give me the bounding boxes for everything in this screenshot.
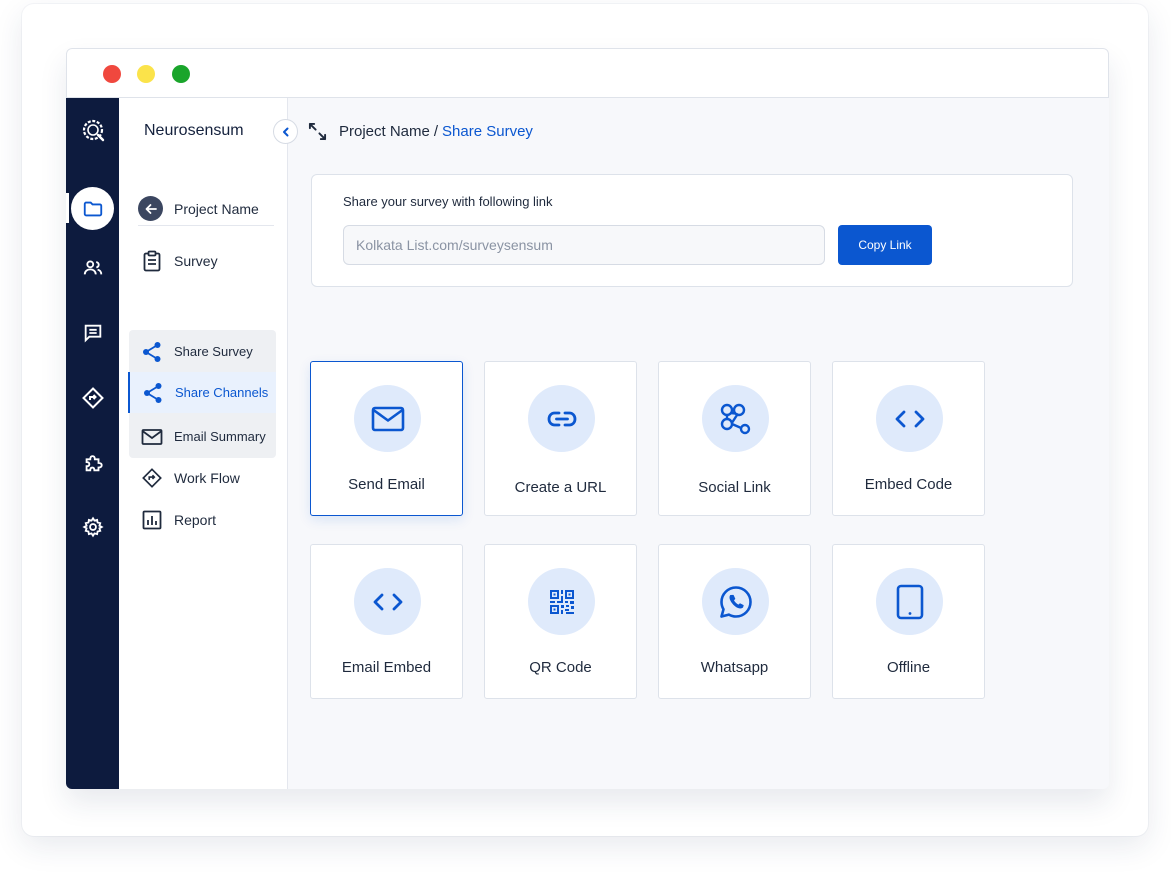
channel-label: Create a URL — [514, 479, 607, 496]
channel-tile-qr-code[interactable]: QR Code — [484, 544, 637, 699]
sidebar-item-label: Report — [174, 511, 217, 528]
mail-icon — [141, 428, 163, 446]
minimize-window-dot[interactable] — [137, 65, 155, 83]
breadcrumb-current: Share Survey — [442, 123, 533, 140]
channel-tile-offline[interactable]: Offline — [832, 544, 985, 699]
code-icon — [354, 568, 421, 635]
channel-label: Email Embed — [341, 659, 432, 676]
window-titlebar — [66, 48, 1109, 98]
sidebar-item-share-survey[interactable]: Share Survey — [129, 331, 276, 372]
channel-tile-social-link[interactable]: Social Link — [658, 361, 811, 516]
sidebar-item-share-channels[interactable]: Share Channels — [128, 372, 276, 413]
sidebar-item-label: Email Summary — [174, 429, 266, 444]
share-link-input[interactable]: Kolkata List.com/surveysensum — [343, 225, 825, 265]
whatsapp-icon — [702, 568, 769, 635]
social-icon — [702, 385, 769, 452]
main-content: Project Name / Share Survey Share your s… — [288, 98, 1109, 789]
expand-icon[interactable] — [308, 122, 327, 141]
qr-icon — [528, 568, 595, 635]
chat-icon[interactable] — [66, 313, 119, 353]
rail-active-marker — [66, 193, 69, 223]
workflow-icon — [141, 467, 163, 489]
channel-label: Social Link — [698, 479, 771, 496]
close-window-dot[interactable] — [103, 65, 121, 83]
breadcrumb-parent[interactable]: Project Name — [339, 123, 430, 140]
copy-link-button[interactable]: Copy Link — [838, 225, 932, 265]
channel-label: Send Email — [348, 476, 425, 493]
breadcrumb: Project Name / Share Survey — [308, 122, 533, 141]
gear-icon[interactable] — [66, 507, 119, 547]
sidebar-item-label: Share Survey — [174, 344, 253, 359]
mail-icon — [354, 385, 421, 452]
report-icon — [141, 510, 163, 530]
share-icon — [141, 341, 163, 363]
folder-icon[interactable] — [71, 187, 114, 230]
logo-icon[interactable] — [66, 110, 119, 150]
tablet-icon — [876, 568, 943, 635]
sidebar-item-email-summary[interactable]: Email Summary — [129, 416, 276, 457]
direction-icon[interactable] — [66, 378, 119, 418]
back-label: Project Name — [174, 200, 259, 217]
maximize-window-dot[interactable] — [172, 65, 190, 83]
channel-tile-email-embed[interactable]: Email Embed — [310, 544, 463, 699]
sidebar-item-work-flow[interactable]: Work Flow — [129, 457, 276, 498]
share-icon — [142, 382, 164, 404]
channel-tile-send-email[interactable]: Send Email — [310, 361, 463, 516]
channel-tile-whatsapp[interactable]: Whatsapp — [658, 544, 811, 699]
clipboard-icon — [141, 250, 163, 272]
users-icon[interactable] — [66, 248, 119, 288]
brand-name: Neurosensum — [144, 122, 244, 139]
sidebar-item-survey[interactable]: Survey — [129, 240, 276, 281]
sidebar: Neurosensum Project Name Survey Share Su… — [119, 98, 298, 789]
sidebar-item-report[interactable]: Report — [129, 499, 276, 540]
channel-label: Offline — [886, 659, 931, 676]
puzzle-icon[interactable] — [66, 443, 119, 483]
channel-tile-embed-code[interactable]: Embed Code — [832, 361, 985, 516]
channel-label: QR Code — [529, 659, 592, 676]
channel-tile-create-url[interactable]: Create a URL — [484, 361, 637, 516]
share-link-card: Share your survey with following link Ko… — [311, 174, 1073, 287]
chevron-left-icon — [280, 126, 292, 138]
back-to-project[interactable]: Project Name — [138, 192, 274, 226]
link-icon — [528, 385, 595, 452]
channel-label: Embed Code — [864, 476, 953, 493]
breadcrumb-separator: / — [433, 123, 439, 140]
share-link-title: Share your survey with following link — [343, 194, 553, 209]
sidebar-item-label: Work Flow — [174, 469, 240, 486]
arrow-left-icon — [138, 196, 163, 221]
icon-rail — [66, 98, 119, 789]
sidebar-item-label: Survey — [174, 252, 218, 269]
sidebar-item-label: Share Channels — [175, 385, 269, 400]
code-icon — [876, 385, 943, 452]
collapse-sidebar-button[interactable] — [273, 119, 298, 144]
channel-label: Whatsapp — [700, 659, 769, 676]
app-window: Neurosensum Project Name Survey Share Su… — [66, 48, 1109, 789]
